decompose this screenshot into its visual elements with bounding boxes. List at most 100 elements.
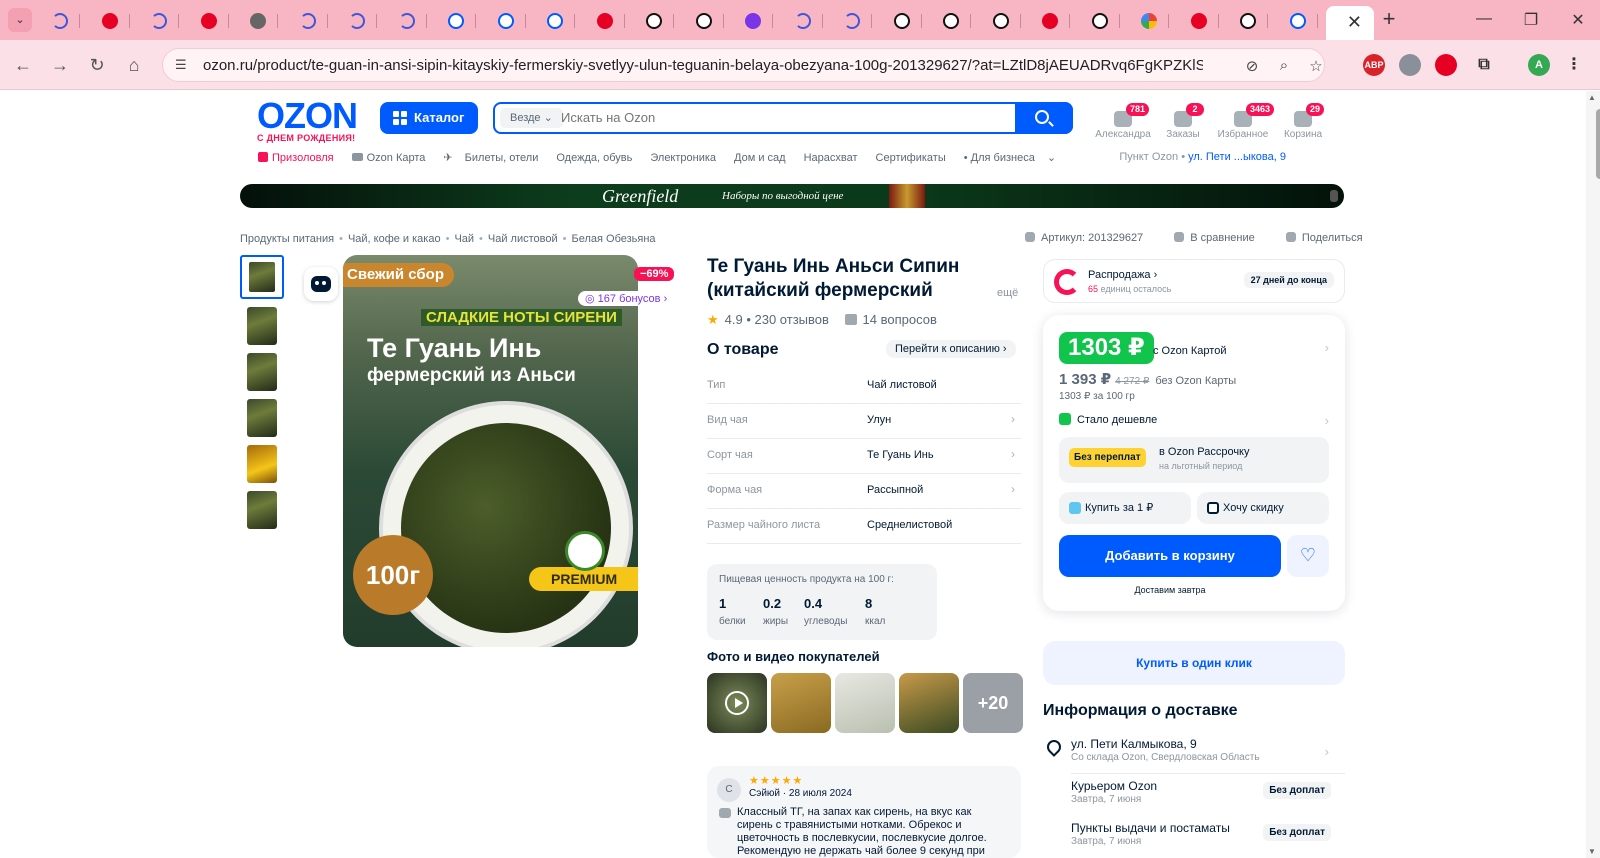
- browser-tab[interactable]: [1030, 8, 1070, 34]
- spec-row[interactable]: Форма чая Рассыпной ›: [707, 474, 1021, 509]
- stop-extension-icon[interactable]: [1435, 54, 1457, 76]
- ozon-logo[interactable]: OZON С ДНЕМ РОЖДЕНИЯ!: [257, 98, 358, 144]
- topnav-item[interactable]: Дом и сад: [734, 152, 795, 164]
- title-more-link[interactable]: ещё: [997, 287, 1018, 299]
- more-photos-button[interactable]: +20: [963, 673, 1023, 733]
- page-scrollbar[interactable]: ▲ ▼: [1586, 91, 1600, 858]
- promo-banner[interactable]: Greenfield Наборы по выгодной цене: [240, 184, 1344, 208]
- close-tab-icon[interactable]: ✕: [1347, 12, 1362, 33]
- browser-menu-icon[interactable]: ⋮: [1563, 54, 1585, 76]
- browser-tab[interactable]: [436, 8, 476, 34]
- pickup-point[interactable]: Пункт Ozon • ул. Пети ...ыкова, 9: [1119, 151, 1286, 163]
- thumbnail[interactable]: [247, 491, 277, 529]
- browser-tab[interactable]: [1228, 8, 1268, 34]
- browser-tab[interactable]: [288, 8, 328, 34]
- article-number[interactable]: Артикул: 201329627: [1025, 232, 1157, 244]
- delivery-option[interactable]: Пункты выдачи и постаматы Завтра, 7 июня Б…: [1043, 818, 1345, 858]
- topnav-item[interactable]: Призоловля: [258, 152, 343, 164]
- home-icon[interactable]: ⌂: [121, 52, 147, 78]
- site-settings-icon[interactable]: ☰: [175, 57, 193, 75]
- topnav-item[interactable]: • Для бизнеса ⌄: [964, 152, 1056, 164]
- delivery-option[interactable]: Курьером Ozon Завтра, 7 июня Без доплат: [1043, 776, 1345, 816]
- add-to-cart-button[interactable]: Добавить в корзину: [1059, 535, 1281, 577]
- header-favorites-link[interactable]: 3463 Избранное: [1210, 103, 1276, 140]
- scrollbar-thumb[interactable]: [1596, 109, 1600, 179]
- topnav-item[interactable]: Ozon Карта: [351, 152, 435, 164]
- thumbnail[interactable]: [247, 307, 277, 345]
- extensions-puzzle-icon[interactable]: ⧉: [1473, 54, 1495, 76]
- chevron-right-icon[interactable]: ›: [1325, 413, 1329, 428]
- browser-tab[interactable]: [238, 8, 278, 34]
- thumbnail[interactable]: [247, 399, 277, 437]
- close-window-icon[interactable]: ✕: [1563, 10, 1593, 30]
- review-card[interactable]: С ★★★★★ Сэйюй · 28 июля 2024 Классный ТГ…: [707, 766, 1021, 858]
- maximize-icon[interactable]: ❐: [1516, 10, 1546, 30]
- back-arrow-icon[interactable]: ←: [10, 52, 36, 78]
- goto-description-button[interactable]: Перейти к описанию ›: [886, 340, 1016, 358]
- topnav-item[interactable]: Сертификаты: [876, 152, 955, 164]
- browser-tab[interactable]: [535, 8, 575, 34]
- delivery-option[interactable]: › ул. Пети Калмыкова, 9 Со склада Ozon, Св…: [1043, 734, 1345, 774]
- want-discount-button[interactable]: Хочу скидку: [1197, 492, 1329, 524]
- forward-arrow-icon[interactable]: →: [47, 52, 73, 78]
- topnav-item[interactable]: Одежда, обувь: [556, 152, 641, 164]
- zoom-icon[interactable]: ⌕: [1274, 57, 1294, 77]
- browser-tab[interactable]: [634, 8, 674, 34]
- ozon-card-price[interactable]: 1303 ₽: [1059, 332, 1154, 364]
- browser-tab[interactable]: [387, 8, 427, 34]
- compare-button[interactable]: В сравнение: [1174, 232, 1269, 244]
- browser-tab[interactable]: [1080, 8, 1120, 34]
- buy-for-1-button[interactable]: Купить за 1 ₽: [1059, 492, 1191, 524]
- tab-search-chevron-icon[interactable]: ⌄: [8, 8, 32, 32]
- breadcrumb-item[interactable]: Продукты питания: [240, 233, 334, 245]
- topnav-item[interactable]: ✈ Билеты, отели: [443, 152, 547, 164]
- customer-photo[interactable]: [835, 673, 895, 733]
- browser-tab[interactable]: [832, 8, 872, 34]
- browser-tab[interactable]: [981, 8, 1021, 34]
- search-input[interactable]: [561, 110, 981, 125]
- new-tab-button[interactable]: +: [1377, 8, 1401, 32]
- scroll-up-icon[interactable]: ▲: [1588, 93, 1596, 102]
- spec-row[interactable]: Вид чая Улун ›: [707, 404, 1021, 439]
- browser-tab[interactable]: [189, 8, 229, 34]
- header-profile-link[interactable]: 781 Александра: [1090, 103, 1156, 140]
- adblock-extension-icon[interactable]: ABP: [1363, 54, 1385, 76]
- installment-offer[interactable]: Без переплат в Ozon Рассрочку на льготны…: [1059, 437, 1329, 483]
- banner-close-handle[interactable]: [1330, 190, 1338, 202]
- price-dropped[interactable]: Стало дешевле: [1059, 413, 1157, 426]
- product-main-image[interactable]: Свежий сбор СЛАДКИЕ НОТЫ СИРЕНИ Те Гуань…: [343, 255, 638, 647]
- browser-tab[interactable]: [931, 8, 971, 34]
- breadcrumb-item[interactable]: Белая Обезьяна: [572, 233, 656, 245]
- share-button[interactable]: Поделиться: [1285, 232, 1377, 244]
- browser-tab[interactable]: [337, 8, 377, 34]
- browser-tab[interactable]: [684, 8, 724, 34]
- browser-tab[interactable]: [585, 8, 625, 34]
- search-button[interactable]: [1015, 102, 1073, 134]
- scroll-down-icon[interactable]: ▼: [1588, 847, 1596, 856]
- header-cart-link[interactable]: 29 Корзина: [1270, 103, 1336, 140]
- browser-tab[interactable]: [90, 8, 130, 34]
- breadcrumb-item[interactable]: Чай: [454, 233, 474, 245]
- eye-off-icon[interactable]: ⊘: [1242, 57, 1262, 77]
- catalog-button[interactable]: Каталог: [380, 102, 478, 134]
- browser-tab[interactable]: [1179, 8, 1219, 34]
- address-bar[interactable]: ☰ ozon.ru/product/te-guan-in-ansi-sipin-…: [162, 48, 1325, 82]
- thumbnail[interactable]: [240, 255, 284, 299]
- customer-photo[interactable]: [899, 673, 959, 733]
- breadcrumb-item[interactable]: Чай, кофе и какао: [348, 233, 441, 245]
- browser-tab[interactable]: [139, 8, 179, 34]
- buy-one-click-button[interactable]: Купить в один клик: [1043, 641, 1345, 685]
- topnav-item[interactable]: Электроника: [650, 152, 725, 164]
- image-search-robot-icon[interactable]: [304, 267, 338, 301]
- thumbnail[interactable]: [247, 445, 277, 483]
- active-tab[interactable]: ✕: [1326, 6, 1374, 40]
- rating-row[interactable]: ★ 4.9 • 230 отзывов 14 вопросов: [707, 312, 937, 328]
- breadcrumb-item[interactable]: Чай листовой: [488, 233, 558, 245]
- bonus-badge[interactable]: ◎ 167 бонусов ›: [578, 291, 675, 306]
- favorite-heart-icon[interactable]: ♡: [1287, 535, 1329, 577]
- globe-extension-icon[interactable]: [1399, 54, 1421, 76]
- customer-video[interactable]: [707, 673, 767, 733]
- browser-tab[interactable]: [1278, 8, 1318, 34]
- reload-icon[interactable]: ↻: [84, 52, 110, 78]
- browser-tab[interactable]: [1129, 8, 1169, 34]
